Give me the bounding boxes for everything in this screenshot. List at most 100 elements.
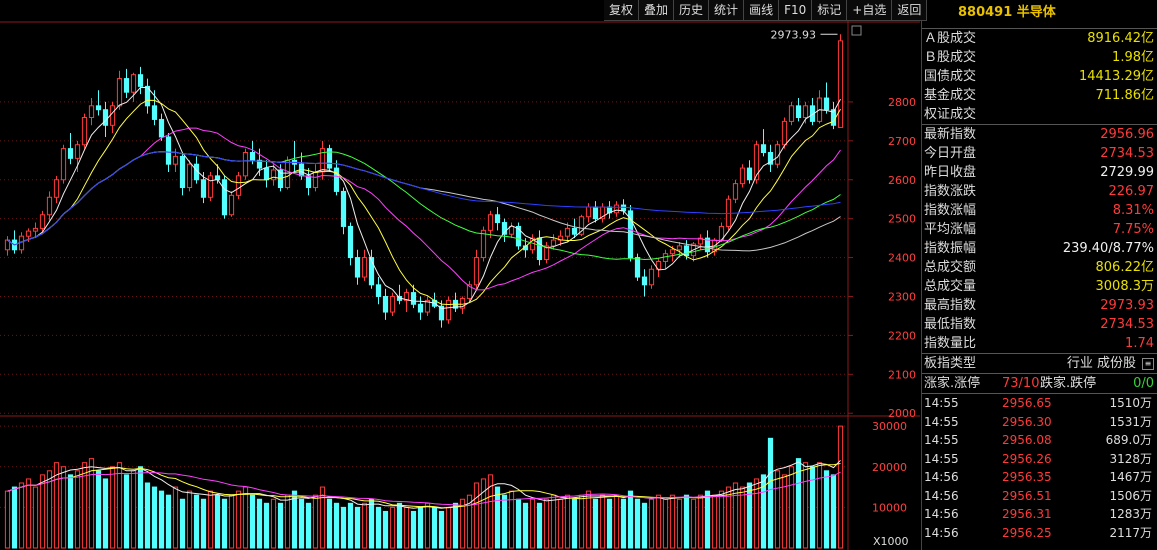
- volume-bar: [802, 462, 809, 549]
- candle-body: [46, 196, 53, 216]
- volume-bar: [410, 510, 417, 549]
- price-tick-label: 2500: [888, 213, 916, 226]
- stat-label: 基金成交: [924, 88, 977, 103]
- stat-row: 指数涨跌 226.97: [922, 182, 1157, 201]
- volume-bar: [102, 478, 109, 549]
- volume-bar: [837, 425, 844, 549]
- candle-body: [123, 78, 130, 93]
- kline-chart[interactable]: 2800 2700 2600 2500 2400 2300 2200 2100 20003000…: [0, 0, 920, 550]
- stat-label: 最低指数: [924, 317, 977, 332]
- tick-row: 14:55 2956.08 689.0万: [922, 431, 1157, 450]
- volume-bar: [515, 498, 522, 549]
- tick-volume: 1283万: [1109, 507, 1152, 521]
- volume-bar: [333, 502, 340, 549]
- tick-price: 2956.08: [1002, 433, 1052, 447]
- price-tick-label: 2300: [888, 290, 916, 303]
- price-tick-label: 2800: [888, 96, 916, 109]
- volume-bar: [368, 498, 375, 549]
- stat-value: 2956.96: [1100, 127, 1154, 142]
- candle-body: [389, 295, 396, 313]
- market-volume-section: Ａ股成交 8916.42亿 Ｂ股成交 1.98亿 国债成交 14413.29亿 基金成交 71…: [922, 29, 1157, 124]
- candle-body: [536, 237, 543, 261]
- toolbar-button-0[interactable]: 复权: [604, 0, 640, 21]
- tick-time: 14:56: [924, 525, 959, 540]
- stat-row: 总成交额 806.22亿: [922, 258, 1157, 277]
- tick-time: 14:55: [924, 451, 959, 466]
- candle-body: [347, 225, 354, 259]
- candle-body: [641, 276, 648, 286]
- stat-row: 指数涨幅 8.31%: [922, 201, 1157, 220]
- down-limit-label: 跌家.跌停: [1040, 376, 1097, 391]
- candle-body: [445, 299, 452, 321]
- ma10-line: [7, 99, 841, 306]
- toolbar-button-6[interactable]: 标记: [812, 0, 848, 21]
- volume-bar: [830, 474, 837, 549]
- volume-bar: [403, 506, 410, 549]
- volume-bar: [543, 498, 550, 549]
- price-tick-label: 2000: [888, 407, 916, 420]
- volume-bar: [256, 498, 263, 549]
- volume-bar: [172, 486, 179, 549]
- volume-bar: [207, 490, 214, 549]
- tick-volume: 689.0万: [1105, 433, 1152, 447]
- list-icon[interactable]: ≡: [1142, 358, 1154, 370]
- candle-body: [172, 155, 179, 165]
- volume-bar: [522, 502, 529, 549]
- up-limit-label: 涨家.涨停: [924, 376, 981, 391]
- tick-time: 14:56: [924, 470, 959, 484]
- tick-price: 2956.35: [1002, 470, 1052, 484]
- candle-body: [585, 206, 592, 218]
- candle-body: [669, 249, 676, 255]
- board-type-row: 板指类型 行业 成份股 ≡: [922, 354, 1157, 373]
- stat-value: 711.86亿: [1095, 88, 1155, 103]
- stat-value: 806.22亿: [1095, 260, 1155, 275]
- volume-bar: [277, 502, 284, 549]
- candle-body: [382, 295, 389, 313]
- volume-bar: [473, 482, 480, 549]
- volume-bar: [424, 502, 431, 549]
- volume-bar: [123, 474, 130, 549]
- chart-toolbar: 复权 叠加 历史 统计 画线 F10 标记 +自选 返回: [604, 0, 928, 22]
- ma60-line: [7, 151, 841, 252]
- candle-body: [648, 268, 655, 286]
- toolbar-button-4[interactable]: 画线: [744, 0, 780, 21]
- volume-bar: [389, 506, 396, 549]
- volume-bar: [571, 498, 578, 549]
- stat-value: 1.74: [1125, 336, 1154, 351]
- stat-value: 2729.99: [1100, 165, 1154, 180]
- candle-body: [795, 105, 802, 118]
- candle-body: [592, 206, 599, 220]
- volume-unit-label: X1000: [873, 535, 909, 548]
- candle-body: [81, 116, 88, 146]
- toolbar-button-8[interactable]: 返回: [892, 0, 928, 21]
- toolbar-button-1[interactable]: 叠加: [639, 0, 675, 21]
- tick-row: 14:55 2956.65 1510万: [922, 394, 1157, 413]
- candle-body: [802, 105, 809, 118]
- toolbar-button-7[interactable]: +自选: [847, 0, 893, 21]
- kline-chart-area[interactable]: 2800 2700 2600 2500 2400 2300 2200 2100 2000 3000…: [0, 0, 928, 550]
- volume-bar: [95, 470, 102, 549]
- tick-row: 14:56 2956.31 1283万: [922, 505, 1157, 524]
- volume-bar: [32, 486, 39, 549]
- toolbar-button-2[interactable]: 历史: [674, 0, 710, 21]
- tick-price: 2956.51: [1002, 488, 1052, 503]
- candle-body: [207, 175, 214, 198]
- volume-bar: [809, 466, 816, 549]
- volume-tick-label: 10000: [872, 501, 907, 514]
- board-type-value[interactable]: 行业 成份股: [1067, 354, 1136, 373]
- candle-body: [116, 78, 123, 107]
- volume-bar: [774, 470, 781, 549]
- tick-list[interactable]: 14:55 2956.65 1510万 14:55 2956.30 1531万 14:55 2…: [922, 394, 1157, 542]
- stat-label: 权证成交: [924, 107, 977, 122]
- volume-bar: [116, 462, 123, 549]
- stat-label: 指数量比: [924, 336, 977, 351]
- toolbar-button-5[interactable]: F10: [779, 0, 813, 21]
- volume-bar: [18, 482, 25, 549]
- volume-bar: [263, 502, 270, 549]
- volume-bar: [438, 510, 445, 549]
- toolbar-button-3[interactable]: 统计: [709, 0, 745, 21]
- volume-bar: [648, 498, 655, 549]
- candle-body: [186, 163, 193, 189]
- volume-bar: [816, 462, 823, 549]
- candle-body: [32, 227, 39, 232]
